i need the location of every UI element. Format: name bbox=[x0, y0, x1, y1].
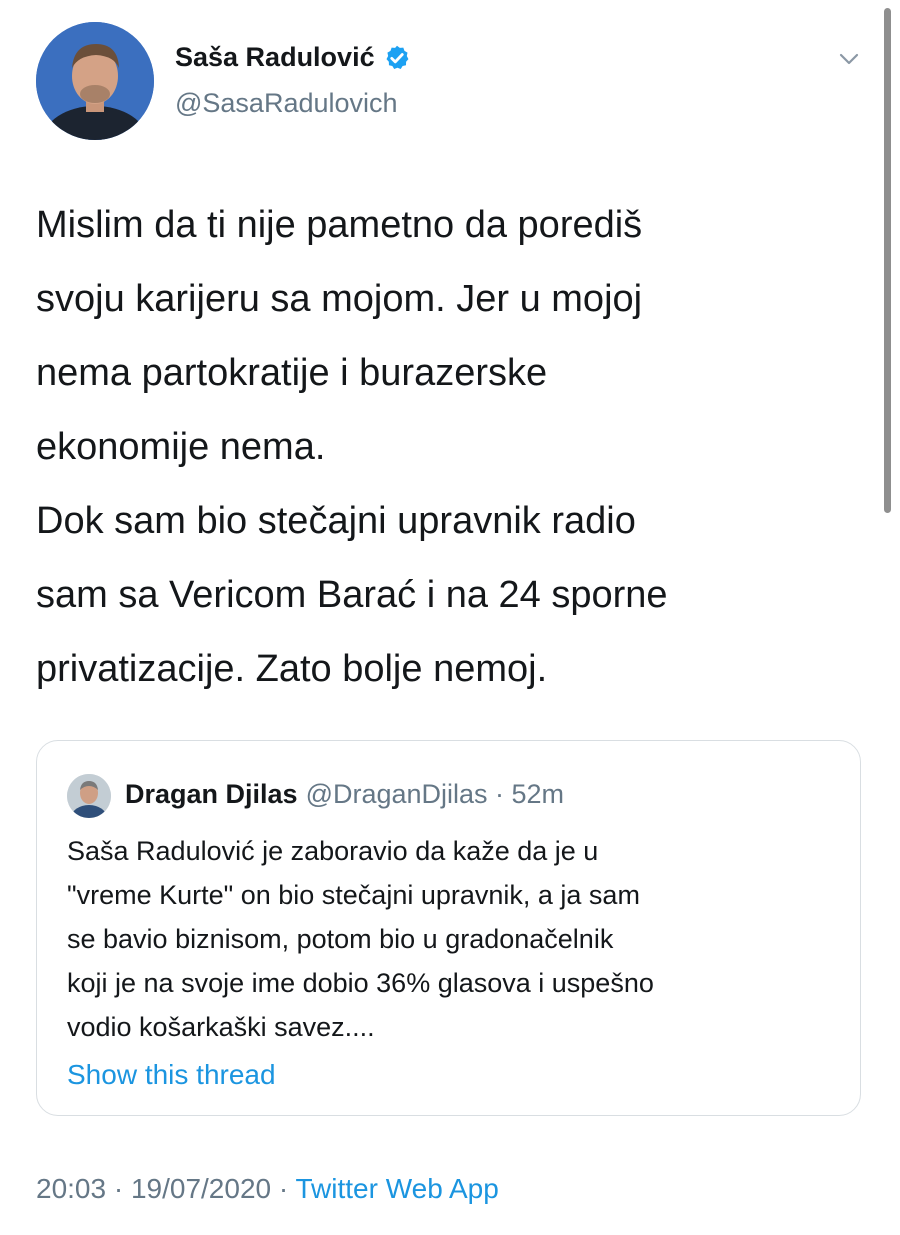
author-handle[interactable]: @SasaRadulovich bbox=[175, 88, 398, 119]
quoted-tweet-text: Saša Radulović je zaboravio da kaže da j… bbox=[67, 836, 654, 1042]
verified-badge-icon bbox=[386, 45, 409, 69]
quoted-author-name[interactable]: Dragan Djilas bbox=[125, 779, 298, 809]
author-avatar-image bbox=[36, 22, 154, 140]
tweet-datetime[interactable]: 20:03 · 19/07/2020 · bbox=[36, 1173, 295, 1204]
tweet-source-link[interactable]: Twitter Web App bbox=[295, 1173, 498, 1204]
author-name-row: Saša Radulović bbox=[175, 42, 411, 73]
quoted-avatar-image bbox=[67, 774, 111, 818]
author-avatar[interactable] bbox=[36, 22, 154, 140]
quoted-author-avatar[interactable] bbox=[67, 774, 111, 818]
tweet-meta: 20:03 · 19/07/2020 · Twitter Web App bbox=[36, 1173, 499, 1205]
tweet-text: Mislim da ti nije pametno da porediš svo… bbox=[36, 204, 668, 690]
quoted-handle-time: @DraganDjilas · 52m bbox=[305, 779, 565, 809]
quoted-tweet[interactable]: Dragan Djilas @DraganDjilas · 52m Saša Ra… bbox=[36, 740, 861, 1116]
scrollbar[interactable] bbox=[884, 8, 891, 513]
author-name[interactable]: Saša Radulović bbox=[175, 42, 375, 73]
chevron-down-icon[interactable] bbox=[834, 44, 864, 74]
tweet-detail: Saša Radulović @SasaRadulovich Mislim da… bbox=[0, 0, 900, 1235]
quoted-header: Dragan Djilas @DraganDjilas · 52m bbox=[125, 779, 564, 810]
show-thread-link[interactable]: Show this thread bbox=[67, 1059, 276, 1091]
